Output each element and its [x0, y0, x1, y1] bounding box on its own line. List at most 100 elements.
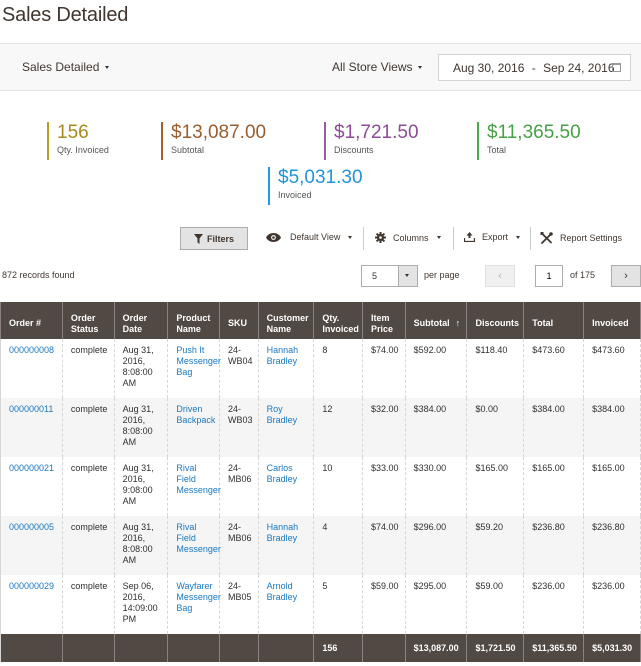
product-link[interactable]: Wayfarer Messenger Bag	[176, 581, 221, 613]
totals-cell	[257, 634, 315, 662]
date-to: Sep 24, 2016	[543, 61, 615, 75]
column-header-total[interactable]: Total	[523, 302, 585, 339]
totals-cell	[113, 634, 169, 662]
column-header-customer-name[interactable]: Customer Name	[257, 302, 315, 339]
cell-qty-invoiced: 12	[313, 398, 364, 457]
export-dropdown[interactable]: Export	[464, 232, 521, 242]
default-view-label: Default View	[290, 232, 341, 242]
table-row: 000000021 complete Aug 31, 2016, 9:08:00 A…	[0, 457, 641, 516]
cell-subtotal: $295.00	[404, 575, 468, 634]
columns-dropdown[interactable]: Columns	[375, 232, 441, 243]
order-link[interactable]: 000000008	[9, 345, 54, 355]
cell-sku: 24-MB06	[219, 516, 259, 575]
cell-order-date: Sep 06, 2016, 14:09:00 PM	[113, 575, 169, 634]
kpi-subtotal: $13,087.00 Subtotal	[161, 122, 266, 160]
kpi-value: 156	[57, 122, 89, 143]
cell-order: 000000005	[0, 516, 63, 575]
cell-discounts: $118.40	[466, 339, 525, 398]
totals-cell	[0, 634, 63, 662]
report-type-dropdown[interactable]: Sales Detailed	[22, 60, 110, 74]
cell-product: Push It Messenger Bag	[167, 339, 221, 398]
per-page-toggle[interactable]	[398, 266, 417, 286]
page-title: Sales Detailed	[2, 4, 129, 26]
totals-cell	[61, 634, 115, 662]
cell-total: $236.00	[523, 575, 585, 634]
customer-link[interactable]: Hannah Bradley	[267, 345, 299, 366]
default-view-dropdown[interactable]: Default View	[266, 232, 353, 242]
product-link[interactable]: Rival Field Messenger	[176, 522, 221, 554]
kpi-label: Total	[487, 145, 507, 155]
product-link[interactable]: Driven Backpack	[176, 404, 215, 425]
caret-down-icon	[348, 235, 353, 239]
cell-customer: Arnold Bradley	[257, 575, 315, 634]
store-view-dropdown[interactable]: All Store Views	[332, 60, 423, 74]
cell-invoiced: $473.60	[583, 339, 641, 398]
date-range-picker[interactable]: Aug 30, 2016 - Sep 24, 2016	[438, 54, 631, 81]
previous-page-button[interactable]: ‹	[485, 265, 515, 287]
column-header-order[interactable]: Order #	[0, 302, 63, 339]
order-link[interactable]: 000000029	[9, 581, 54, 591]
column-header-sku[interactable]: SKU	[219, 302, 259, 339]
cell-order-date: Aug 31, 2016, 8:08:00 AM	[113, 516, 169, 575]
next-page-button[interactable]: ›	[611, 265, 641, 287]
caret-down-icon	[105, 66, 110, 70]
cell-order: 000000021	[0, 457, 63, 516]
order-link[interactable]: 000000005	[9, 522, 54, 532]
customer-link[interactable]: Roy Bradley	[267, 404, 298, 425]
header-label: Subtotal	[413, 318, 450, 328]
report-type-label: Sales Detailed	[22, 60, 100, 74]
kpi-label: Qty. Invoiced	[57, 145, 109, 155]
customer-link[interactable]: Arnold Bradley	[267, 581, 298, 602]
caret-down-icon	[516, 235, 521, 239]
column-header-subtotal[interactable]: Subtotal ↑	[404, 302, 468, 339]
column-header-invoiced[interactable]: Invoiced	[583, 302, 641, 339]
product-link[interactable]: Rival Field Messenger	[176, 463, 221, 495]
total-invoiced: $5,031.30	[583, 634, 641, 662]
total-qty: 156	[313, 634, 364, 662]
report-settings-button[interactable]: Report Settings	[540, 232, 622, 244]
per-page-select[interactable]: 5	[361, 265, 418, 287]
cell-product: Driven Backpack	[167, 398, 221, 457]
order-link[interactable]: 000000021	[9, 463, 54, 473]
cell-item-price: $74.00	[362, 339, 406, 398]
cell-order-date: Aug 31, 2016, 8:08:00 AM	[113, 398, 169, 457]
totals-row: 156 $13,087.00 $1,721.50 $11,365.50 $5,0…	[0, 634, 641, 662]
table-row: 000000011 complete Aug 31, 2016, 8:08:00 A…	[0, 398, 641, 457]
page-number-input[interactable]	[535, 265, 563, 287]
per-page-label: per page	[424, 270, 460, 280]
gear-icon	[375, 232, 386, 243]
cell-customer: Carlos Bradley	[257, 457, 315, 516]
cell-sku: 24-MB05	[219, 575, 259, 634]
column-header-discounts[interactable]: Discounts	[466, 302, 525, 339]
cell-invoiced: $236.00	[583, 575, 641, 634]
totals-cell	[219, 634, 259, 662]
header-label: Order Date	[122, 312, 148, 334]
cell-discounts: $0.00	[466, 398, 525, 457]
cell-discounts: $59.20	[466, 516, 525, 575]
cell-order: 000000008	[0, 339, 63, 398]
order-link[interactable]: 000000011	[9, 404, 53, 414]
cell-subtotal: $384.00	[404, 398, 468, 457]
filters-button[interactable]: Filters	[180, 227, 248, 250]
column-header-order-status[interactable]: Order Status	[61, 302, 115, 339]
column-header-qty-invoiced[interactable]: Qty. Invoiced	[313, 302, 364, 339]
column-header-order-date[interactable]: Order Date	[113, 302, 169, 339]
cell-total: $236.80	[523, 516, 585, 575]
header-label: Qty. Invoiced	[322, 312, 359, 334]
cell-qty-invoiced: 5	[313, 575, 364, 634]
cell-sku: 24-WB04	[219, 339, 259, 398]
header-label: Order Status	[70, 312, 99, 334]
cell-order-status: complete	[61, 398, 115, 457]
customer-link[interactable]: Carlos Bradley	[267, 463, 298, 484]
store-view-label: All Store Views	[332, 60, 413, 74]
cell-order-status: complete	[61, 575, 115, 634]
cell-discounts: $59.00	[466, 575, 525, 634]
product-link[interactable]: Push It Messenger Bag	[176, 345, 221, 377]
header-label: Total	[532, 318, 554, 328]
cell-customer: Roy Bradley	[257, 398, 315, 457]
column-header-item-price[interactable]: Item Price	[362, 302, 406, 339]
cell-product: Rival Field Messenger	[167, 516, 221, 575]
column-header-product-name[interactable]: Product Name	[167, 302, 221, 339]
customer-link[interactable]: Hannah Bradley	[267, 522, 299, 543]
cell-sku: 24-WB03	[219, 398, 259, 457]
